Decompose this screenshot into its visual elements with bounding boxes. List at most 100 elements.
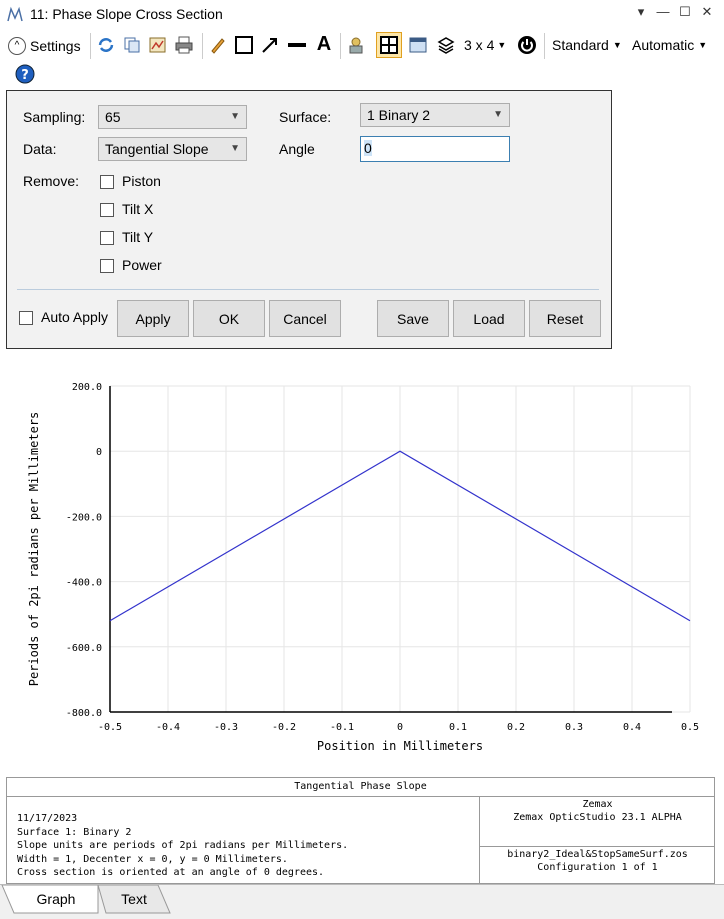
- sampling-value: 65: [105, 109, 121, 125]
- standard-dropdown[interactable]: Standard ▼: [552, 35, 622, 55]
- plot-info-box: Tangential Phase Slope 11/17/2023 Surfac…: [6, 777, 715, 884]
- power-icon[interactable]: [516, 34, 538, 56]
- pencil-icon[interactable]: [208, 35, 228, 55]
- plot-info-right: Zemax Zemax OpticStudio 23.1 ALPHA binar…: [479, 796, 715, 883]
- grid-toggle-icon[interactable]: [376, 32, 402, 58]
- y-tick-label: -200.0: [66, 512, 102, 523]
- toolbar: ^ Settings A 3 x 4 ▼ Standard ▼ Automati…: [0, 30, 724, 92]
- lock-icon[interactable]: [346, 35, 366, 55]
- surface-label: Surface:: [279, 109, 332, 125]
- svg-text:?: ?: [21, 68, 29, 83]
- info-line: 11/17/2023: [17, 813, 78, 824]
- auto-apply-label: Auto Apply: [41, 309, 108, 325]
- configuration-label: Configuration 1 of 1: [537, 862, 658, 873]
- divider: [17, 289, 599, 290]
- ok-button[interactable]: OK: [193, 300, 265, 337]
- info-line: Surface 1: Binary 2: [17, 826, 132, 838]
- reset-button[interactable]: Reset: [529, 300, 601, 337]
- tilt-y-checkbox[interactable]: [100, 231, 114, 245]
- settings-button[interactable]: ^ Settings: [8, 35, 81, 57]
- file-name: binary2_Ideal&StopSameSurf.zos: [507, 849, 688, 860]
- remove-label: Remove:: [23, 173, 80, 189]
- angle-label: Angle: [279, 141, 315, 157]
- export-image-icon[interactable]: [148, 35, 168, 55]
- tilt-x-checkbox[interactable]: [100, 203, 114, 217]
- settings-label: Settings: [30, 38, 81, 54]
- load-button[interactable]: Load: [453, 300, 525, 337]
- window-title: 11: Phase Slope Cross Section: [30, 6, 223, 22]
- x-axis-label: Position in Millimeters: [317, 739, 483, 753]
- x-tick-label: 0.2: [507, 722, 525, 733]
- tab-strip: Graph Text: [0, 884, 724, 919]
- x-tick-label: -0.2: [272, 722, 296, 733]
- x-tick-label: -0.4: [156, 722, 180, 733]
- x-tick-label: 0.5: [681, 722, 699, 733]
- data-select[interactable]: Tangential Slope ▼: [98, 137, 247, 161]
- save-button[interactable]: Save: [377, 300, 449, 337]
- info-line: Width = 1, Decenter x = 0, y = 0 Millime…: [17, 853, 288, 865]
- y-tick-label: 200.0: [72, 382, 102, 393]
- company-block: Zemax Zemax OpticStudio 23.1 ALPHA: [480, 796, 715, 847]
- window-layout-icon[interactable]: [408, 35, 428, 55]
- sampling-select[interactable]: 65 ▼: [98, 105, 247, 129]
- chevron-down-icon: ▼: [493, 109, 503, 120]
- text-icon[interactable]: A: [314, 33, 334, 55]
- tilt-y-label: Tilt Y: [122, 229, 154, 245]
- angle-input[interactable]: 0: [360, 136, 510, 162]
- title-bar: 11: Phase Slope Cross Section ▾ — ☐ ✕: [0, 0, 724, 30]
- chevron-down-icon: ▼: [230, 143, 240, 154]
- y-tick-label: -600.0: [66, 643, 102, 654]
- layout-dropdown[interactable]: 3 x 4 ▼: [464, 35, 506, 55]
- rectangle-icon[interactable]: [234, 35, 254, 55]
- layout-label: 3 x 4: [464, 37, 495, 53]
- minimize-icon[interactable]: —: [654, 4, 672, 19]
- piston-checkbox[interactable]: [100, 175, 114, 189]
- layers-icon[interactable]: [436, 35, 456, 55]
- tab-graph[interactable]: Graph: [14, 885, 98, 913]
- tab-text[interactable]: Text: [100, 885, 168, 913]
- plot-info-text: 11/17/2023 Surface 1: Binary 2 Slope uni…: [17, 812, 348, 880]
- maximize-icon[interactable]: ☐: [676, 4, 694, 20]
- zemax-app-icon: [7, 6, 23, 22]
- apply-button[interactable]: Apply: [117, 300, 189, 337]
- x-tick-label: 0.3: [565, 722, 583, 733]
- plot-footer-title: Tangential Phase Slope: [7, 778, 714, 797]
- refresh-icon[interactable]: [96, 35, 116, 55]
- help-icon[interactable]: ?: [15, 64, 35, 84]
- surface-value: 1 Binary 2: [367, 107, 431, 123]
- close-icon[interactable]: ✕: [698, 4, 716, 20]
- arrow-icon[interactable]: [260, 35, 280, 55]
- info-line: Slope units are periods of 2pi radians p…: [17, 840, 349, 851]
- dropdown-arrow-icon: ▼: [497, 40, 507, 50]
- y-tick-label: -400.0: [66, 578, 102, 589]
- company-name: Zemax: [582, 799, 613, 810]
- y-tick-label: 0: [96, 447, 102, 458]
- auto-apply-checkbox[interactable]: [19, 311, 33, 325]
- print-icon[interactable]: [174, 35, 194, 55]
- chevron-down-icon: ▼: [230, 111, 240, 122]
- y-tick-label: -800.0: [66, 708, 102, 719]
- automatic-label: Automatic: [632, 37, 695, 53]
- power-label: Power: [122, 257, 162, 273]
- x-tick-label: 0.1: [449, 722, 467, 733]
- x-tick-label: -0.1: [330, 722, 354, 733]
- file-block: binary2_Ideal&StopSameSurf.zos Configura…: [480, 848, 715, 874]
- tilt-x-label: Tilt X: [122, 201, 154, 217]
- standard-label: Standard: [552, 37, 609, 53]
- data-value: Tangential Slope: [105, 141, 209, 157]
- dropdown-chevron-icon[interactable]: ▾: [632, 4, 650, 20]
- dropdown-arrow-icon: ▼: [698, 40, 708, 50]
- line-icon[interactable]: [286, 35, 308, 55]
- piston-label: Piston: [122, 173, 161, 189]
- y-axis-label: Periods of 2pi radians per Millimeters: [27, 412, 41, 687]
- surface-select[interactable]: 1 Binary 2 ▼: [360, 103, 510, 127]
- power-checkbox[interactable]: [100, 259, 114, 273]
- copy-icon[interactable]: [122, 35, 142, 55]
- x-tick-label: -0.5: [98, 722, 122, 733]
- automatic-dropdown[interactable]: Automatic ▼: [632, 35, 707, 55]
- sampling-label: Sampling:: [23, 109, 86, 125]
- angle-value: 0: [364, 140, 372, 156]
- cancel-button[interactable]: Cancel: [269, 300, 341, 337]
- data-label: Data:: [23, 141, 57, 157]
- info-line: Cross section is oriented at an angle of…: [17, 867, 325, 878]
